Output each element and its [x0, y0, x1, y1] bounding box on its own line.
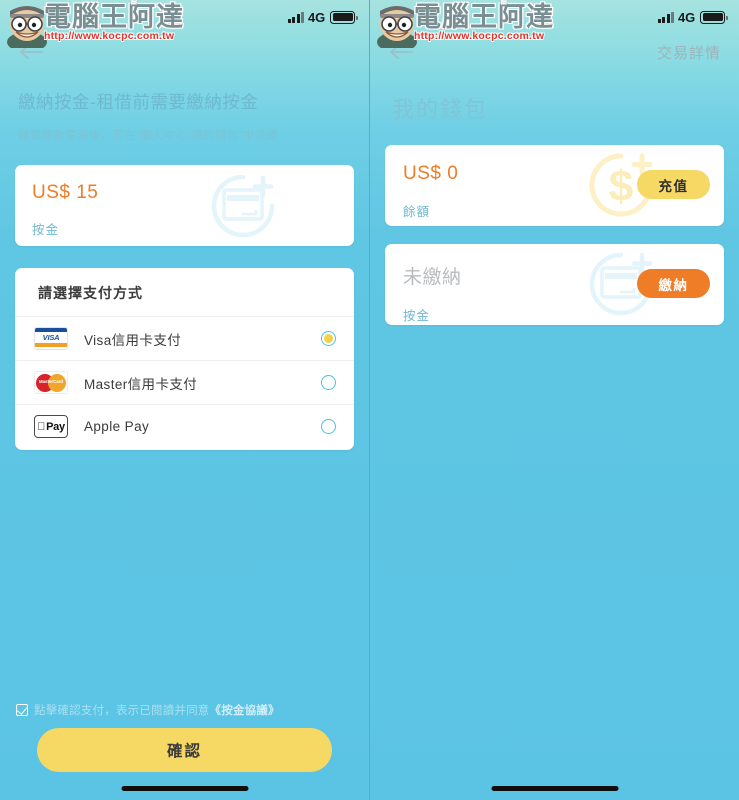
payment-option-visa[interactable]: VISA Visa信用卡支付	[15, 316, 354, 360]
status-bar-left: 4G	[0, 0, 369, 34]
wallet-page-title: 我的錢包	[392, 97, 489, 122]
home-indicator	[121, 786, 248, 791]
mastercard-logo-text: MasterCard	[38, 379, 64, 384]
visa-logo-icon: VISA	[34, 327, 68, 350]
payment-method-title: 請選擇支付方式	[38, 285, 143, 301]
transaction-details-link[interactable]: 交易詳情	[657, 42, 721, 63]
radio-apple-pay[interactable]	[321, 419, 336, 434]
payment-option-label: Visa信用卡支付	[84, 332, 182, 348]
mastercard-logo-icon: MasterCard	[34, 371, 68, 394]
deposit-status-card: 未繳納 按金 繳納	[385, 244, 724, 325]
card-plus-circle-icon	[208, 173, 278, 239]
balance-card: $ US$ 0 餘額 充值	[385, 145, 724, 226]
pay-deposit-button[interactable]: 繳納	[637, 269, 710, 298]
dual-screenshot: 4G ♛ 電腦王阿達 http://www.kocpc.com.tw 繳納按金-…	[0, 0, 739, 800]
apple-glyph-icon: 	[37, 421, 45, 433]
payment-option-apple-pay[interactable]: Pay Apple Pay	[15, 404, 354, 448]
nav-bar-right: 交易詳情	[370, 34, 739, 70]
payment-option-mastercard[interactable]: MasterCard Master信用卡支付	[15, 360, 354, 404]
radio-visa[interactable]	[321, 331, 336, 346]
deposit-amount-label: 按金	[32, 223, 60, 237]
status-bar-right: 4G	[370, 0, 739, 34]
visa-logo-text: VISA	[35, 332, 67, 343]
back-arrow-icon[interactable]	[388, 42, 414, 62]
my-wallet-screen: 4G ♛ 電腦王阿達 http://www.kocpc.com.tw 交易詳情 …	[370, 0, 739, 800]
apple-pay-logo-icon: Pay	[34, 415, 68, 438]
balance-label: 餘額	[403, 205, 431, 219]
network-type-label: 4G	[308, 9, 325, 25]
deposit-header: 繳納按金-租借前需要繳納按金 歸還移動電源後，可在“個人中心-我的錢包”中退還	[0, 70, 369, 143]
apple-pay-logo-text: Pay	[42, 420, 65, 433]
signal-bars-icon	[657, 11, 675, 23]
back-arrow-icon[interactable]	[18, 42, 44, 62]
battery-full-icon	[700, 10, 728, 24]
battery-full-icon	[330, 10, 358, 24]
radio-mastercard[interactable]	[321, 375, 336, 390]
signal-bars-icon	[287, 11, 305, 23]
agreement-row[interactable]: 點擊確認支付，表示已閱讀并同意 《按金協議》	[16, 702, 280, 718]
deposit-amount-card: US$ 15 按金	[15, 165, 354, 246]
deposit-amount-value: US$ 15	[32, 182, 99, 203]
topup-button[interactable]: 充值	[637, 170, 710, 199]
svg-text:$: $	[609, 162, 633, 211]
agreement-text: 點擊確認支付，表示已閱讀并同意	[34, 705, 210, 717]
payment-option-label: Apple Pay	[84, 419, 150, 434]
payment-option-label: Master信用卡支付	[84, 376, 198, 392]
nav-bar-left	[0, 34, 369, 70]
page-subtitle: 歸還移動電源後，可在“個人中心-我的錢包”中退還	[18, 130, 279, 142]
payment-method-card: 請選擇支付方式 VISA Visa信用卡支付 MasterCard Master…	[15, 268, 354, 450]
deposit-payment-screen: 4G ♛ 電腦王阿達 http://www.kocpc.com.tw 繳納按金-…	[0, 0, 370, 800]
network-type-label: 4G	[678, 9, 695, 25]
deposit-status-label: 按金	[403, 309, 431, 323]
agreement-document-link[interactable]: 《按金協議》	[210, 702, 280, 718]
confirm-button[interactable]: 確認	[37, 728, 332, 772]
checkbox-checked-icon[interactable]	[16, 704, 28, 716]
page-title: 繳納按金-租借前需要繳納按金	[18, 92, 259, 112]
home-indicator	[491, 786, 618, 791]
